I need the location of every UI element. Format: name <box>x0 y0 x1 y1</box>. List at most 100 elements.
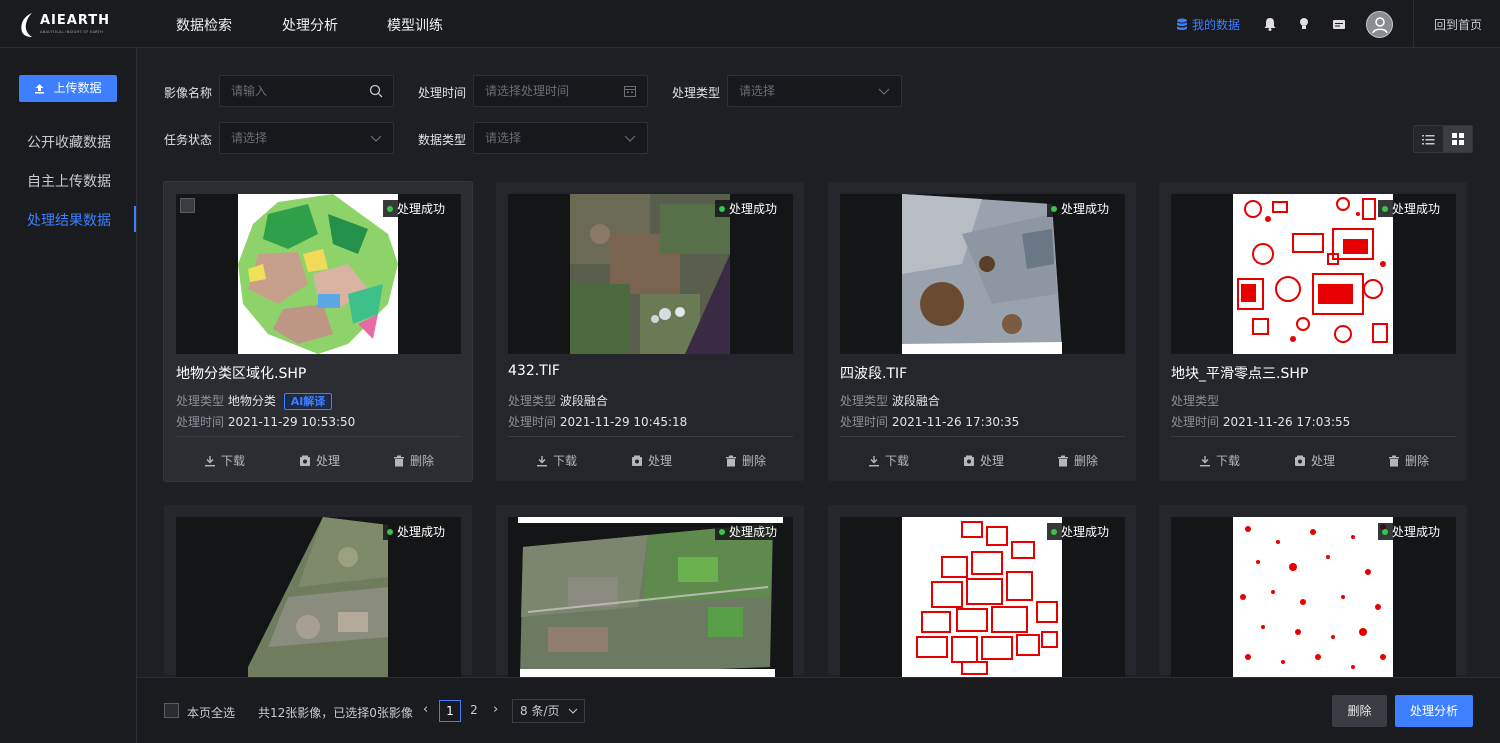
upload-label: 上传数据 <box>53 81 102 95</box>
task-status-label: 任务状态 <box>164 133 213 147</box>
four-band-image <box>902 194 1062 354</box>
delete-button[interactable]: 删除 <box>1388 452 1429 469</box>
card-thumbnail[interactable]: 处理成功 <box>176 517 461 677</box>
result-card[interactable]: 处理成功 432.TIF 处理类型 波段融合 处理时间 2021-11-29 1… <box>496 182 804 481</box>
card-thumbnail[interactable]: 处理成功 <box>1171 517 1456 677</box>
card-thumbnail[interactable]: 处理成功 <box>176 194 461 354</box>
search-icon[interactable] <box>369 84 383 98</box>
status-text: 处理成功 <box>1391 202 1440 216</box>
data-type-select[interactable]: 请选择 <box>473 122 648 154</box>
nav-divider <box>1413 0 1414 48</box>
process-time-key: 处理时间 <box>840 415 889 429</box>
status-text: 处理成功 <box>1391 525 1440 539</box>
result-card[interactable]: 处理成功 四波段.TIF 处理类型 波段融合 处理时间 2021-11-26 1… <box>828 182 1136 481</box>
grid-icon <box>1451 133 1464 145</box>
sidebar-item-self-uploaded[interactable]: 自主上传数据 <box>27 171 111 191</box>
card-thumbnail[interactable]: 处理成功 <box>840 517 1125 677</box>
nav-data-search[interactable]: 数据检索 <box>176 15 232 35</box>
image-name-placeholder: 请输入 <box>231 84 268 98</box>
process-type-placeholder: 请选择 <box>739 84 776 98</box>
process-type-value: 波段融合 <box>891 394 940 408</box>
page-size-select[interactable]: 8 条/页 <box>512 699 585 723</box>
process-button[interactable]: 处理 <box>299 452 340 469</box>
card-thumbnail[interactable]: 处理成功 <box>1171 194 1456 354</box>
upload-data-button[interactable]: 上传数据 <box>19 75 117 102</box>
calendar-icon <box>624 86 636 97</box>
process-button[interactable]: 处理 <box>1294 452 1335 469</box>
result-card[interactable]: 处理成功 <box>828 505 1136 677</box>
process-button[interactable]: 处理 <box>631 452 672 469</box>
card-title[interactable]: 地块_平滑零点三.SHP <box>1171 363 1308 383</box>
delete-label: 删除 <box>410 454 435 468</box>
grid-view-button[interactable] <box>1443 126 1472 152</box>
aiearth-logo[interactable]: AIEARTH ANALYTICAL INSIGHT OF EARTH <box>18 10 118 40</box>
card-thumbnail[interactable]: 处理成功 <box>508 194 793 354</box>
process-button[interactable]: 处理 <box>963 452 1004 469</box>
bell-icon[interactable] <box>1262 16 1278 32</box>
process-icon <box>964 455 974 466</box>
sidebar-item-processed-results[interactable]: 处理结果数据 <box>27 210 111 230</box>
card-title[interactable]: 432.TIF <box>508 363 560 379</box>
user-avatar[interactable] <box>1366 11 1393 38</box>
result-card[interactable]: 处理成功 <box>496 505 804 677</box>
image-name-label: 影像名称 <box>164 86 213 100</box>
process-time-picker[interactable]: 请选择处理时间 <box>473 75 648 107</box>
prev-page-button[interactable]: ‹ <box>423 702 428 717</box>
download-button[interactable]: 下载 <box>204 452 245 469</box>
lightbulb-icon[interactable] <box>1296 16 1312 32</box>
status-dot <box>1381 529 1388 535</box>
download-button[interactable]: 下载 <box>868 452 909 469</box>
card-title[interactable]: 地物分类区域化.SHP <box>176 363 306 383</box>
view-toggle <box>1413 125 1473 153</box>
page-2-button[interactable]: 2 <box>463 700 485 722</box>
nav-process-analysis[interactable]: 处理分析 <box>282 15 338 35</box>
card-select-checkbox[interactable] <box>180 198 195 213</box>
status-text: 处理成功 <box>396 202 445 216</box>
ai-interpret-tag[interactable]: AI解译 <box>283 393 333 410</box>
status-dot <box>718 206 725 212</box>
delete-button[interactable]: 删除 <box>393 452 434 469</box>
next-page-button[interactable]: › <box>493 702 498 717</box>
parcel-outline-image <box>902 517 1062 677</box>
card-divider <box>840 436 1125 437</box>
select-page-label[interactable]: 本页全选 <box>187 704 235 721</box>
list-view-button[interactable] <box>1414 126 1443 152</box>
result-card[interactable]: 处理成功 <box>164 505 472 677</box>
result-card[interactable]: 处理成功 <box>1159 505 1467 677</box>
result-card[interactable]: 处理成功 地物分类区域化.SHP 处理类型 地物分类 AI解译 处理时间 202… <box>164 182 472 481</box>
delete-button[interactable]: 删除 <box>725 452 766 469</box>
result-card[interactable]: 处理成功 地块_平滑零点三.SHP 处理类型 处理时间 2021-11-26 1… <box>1159 182 1467 481</box>
image-name-input[interactable]: 请输入 <box>219 75 394 107</box>
card-thumbnail[interactable]: 处理成功 <box>508 517 793 677</box>
process-type-select[interactable]: 请选择 <box>727 75 902 107</box>
home-link[interactable]: 回到首页 <box>1434 16 1482 33</box>
process-analysis-button[interactable]: 处理分析 <box>1395 695 1473 727</box>
task-status-select[interactable]: 请选择 <box>219 122 394 154</box>
download-icon <box>869 456 879 467</box>
message-icon[interactable] <box>1331 16 1347 32</box>
trash-icon <box>394 455 404 467</box>
sidebar-item-public-favorites[interactable]: 公开收藏数据 <box>27 132 111 152</box>
my-data-link[interactable]: 我的数据 <box>1176 16 1240 33</box>
status-text: 处理成功 <box>1060 202 1109 216</box>
card-divider <box>176 436 461 437</box>
parcel-outline-image <box>1233 194 1393 354</box>
status-badge: 处理成功 <box>714 200 781 217</box>
delete-label: 删除 <box>1074 454 1099 468</box>
download-button[interactable]: 下载 <box>1199 452 1240 469</box>
page-1-button[interactable]: 1 <box>439 700 461 722</box>
trash-icon <box>726 455 736 467</box>
download-button[interactable]: 下载 <box>536 452 577 469</box>
data-type-label: 数据类型 <box>418 133 467 147</box>
card-thumbnail[interactable]: 处理成功 <box>840 194 1125 354</box>
download-label: 下载 <box>885 454 910 468</box>
process-icon <box>1295 455 1305 466</box>
chevron-down-icon <box>568 708 578 714</box>
card-title[interactable]: 四波段.TIF <box>840 363 907 383</box>
select-page-checkbox[interactable] <box>164 703 179 718</box>
nav-model-training[interactable]: 模型训练 <box>387 15 443 35</box>
delete-button[interactable]: 删除 <box>1057 452 1098 469</box>
satellite-image <box>570 194 730 354</box>
process-type-key: 处理类型 <box>840 394 889 408</box>
bulk-delete-button[interactable]: 删除 <box>1332 695 1387 727</box>
